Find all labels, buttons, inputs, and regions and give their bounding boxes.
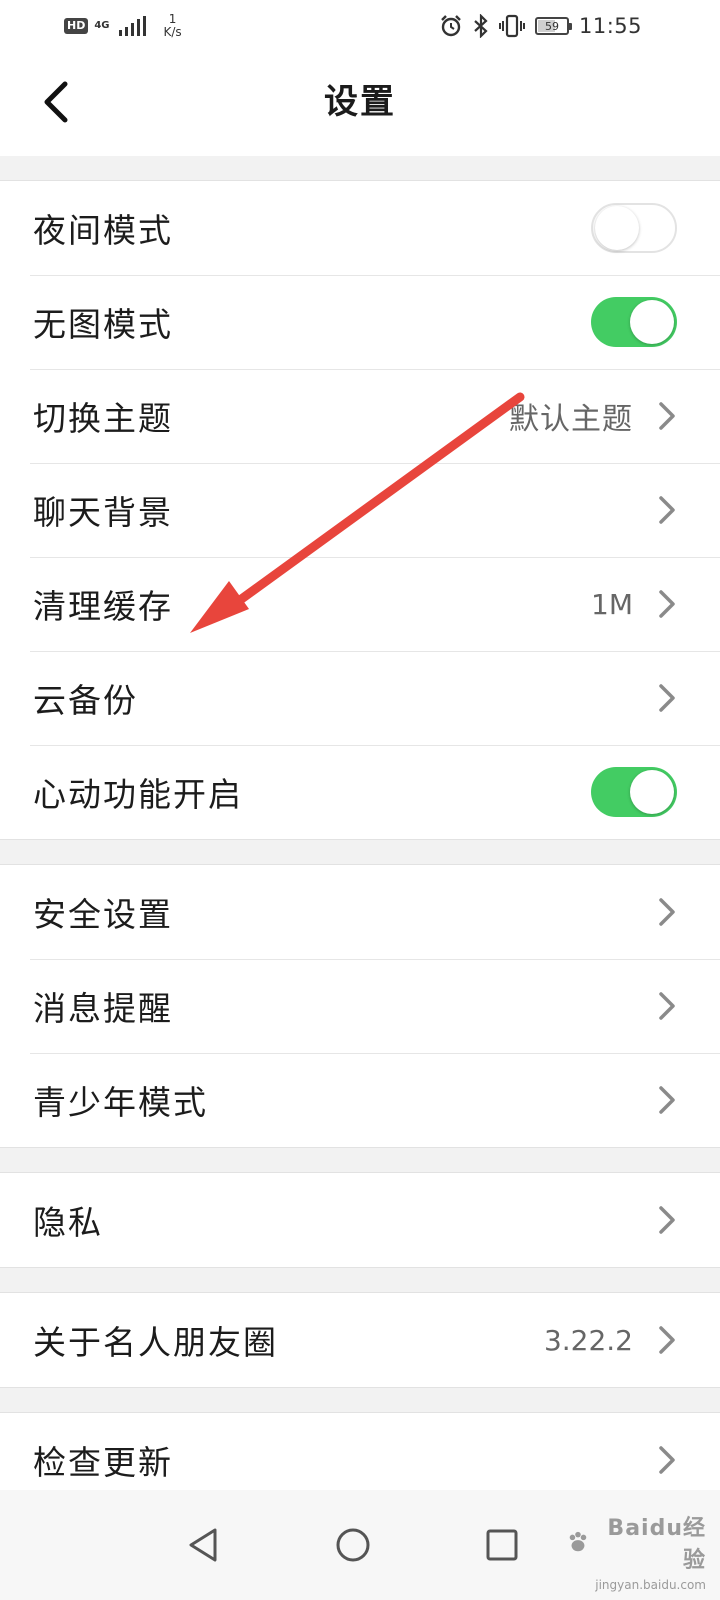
settings-row[interactable]: 心动功能开启 <box>0 745 720 839</box>
watermark-brand-text: Baidu经验 <box>607 1516 706 1573</box>
settings-row-label: 心动功能开启 <box>33 775 243 814</box>
alarm-icon <box>441 15 461 37</box>
baidu-watermark: Baidu经验 jingyan.baidu.com <box>566 1510 706 1592</box>
paw-icon <box>569 1531 587 1552</box>
speed-unit: K/s <box>163 25 182 39</box>
chevron-right-icon <box>659 1326 675 1354</box>
settings-row-label: 云备份 <box>33 681 138 720</box>
row-chevron <box>656 682 678 714</box>
settings-row-label: 关于名人朋友圈 <box>33 1323 278 1362</box>
chevron-right-icon <box>659 590 675 618</box>
settings-group: 关于名人朋友圈 3.22.2 <box>0 1292 720 1388</box>
settings-row-label: 检查更新 <box>33 1443 173 1482</box>
settings-group: 隐私 <box>0 1172 720 1268</box>
settings-row-label: 夜间模式 <box>33 211 173 250</box>
group-divider <box>0 840 720 864</box>
settings-row[interactable]: 安全设置 <box>0 865 720 959</box>
settings-group: 夜间模式无图模式切换主题 默认主题聊天背景清理缓存 1M 云备份心动功能开启 <box>0 180 720 840</box>
settings-row[interactable]: 消息提醒 <box>0 959 720 1053</box>
status-left: HD 4G 1 K/s <box>64 8 182 44</box>
hd-badge: HD <box>64 18 89 34</box>
status-right: 59 11:55 <box>439 8 642 44</box>
chevron-right-icon <box>659 684 675 712</box>
group-divider <box>0 1388 720 1412</box>
row-chevron <box>656 896 678 928</box>
page-title: 设置 <box>324 82 396 122</box>
status-bar: HD 4G 1 K/s 59 11:55 <box>0 0 720 56</box>
settings-row[interactable]: 聊天背景 <box>0 463 720 557</box>
toggle-knob <box>595 206 639 250</box>
settings-row-value: 默认主题 <box>509 402 633 437</box>
network-generation: 4G <box>94 20 110 31</box>
settings-row-label: 切换主题 <box>33 399 173 438</box>
settings-row[interactable]: 无图模式 <box>0 275 720 369</box>
system-nav-bar: Baidu经验 jingyan.baidu.com <box>0 1490 720 1600</box>
settings-row[interactable]: 清理缓存 1M <box>0 557 720 651</box>
settings-row-value: 3.22.2 <box>543 1323 633 1357</box>
toggle-switch[interactable] <box>591 203 677 253</box>
square-recents-icon <box>486 1529 518 1561</box>
settings-row-label: 无图模式 <box>33 305 173 344</box>
nav-back-button[interactable] <box>168 1510 238 1580</box>
bluetooth-icon <box>474 14 488 38</box>
row-chevron <box>656 1204 678 1236</box>
settings-row[interactable]: 夜间模式 <box>0 181 720 275</box>
toggle-switch[interactable] <box>591 297 677 347</box>
chevron-right-icon <box>659 992 675 1020</box>
nav-recents-button[interactable] <box>467 1510 537 1580</box>
toggle-knob <box>630 770 674 814</box>
settings-row-label: 清理缓存 <box>33 587 173 626</box>
watermark-url: jingyan.baidu.com <box>595 1578 706 1592</box>
settings-row[interactable]: 关于名人朋友圈 3.22.2 <box>0 1293 720 1387</box>
row-chevron <box>656 400 678 432</box>
settings-screen: HD 4G 1 K/s 59 11:55 设置 夜间模式 无图模式 切换主题 默… <box>0 0 720 1600</box>
circle-home-icon <box>336 1528 370 1562</box>
row-chevron <box>656 588 678 620</box>
settings-row[interactable]: 切换主题 默认主题 <box>0 369 720 463</box>
battery-icon: 59 <box>534 17 572 35</box>
triangle-back-icon <box>189 1528 217 1562</box>
chevron-right-icon <box>659 1446 675 1474</box>
settings-row-label: 青少年模式 <box>33 1083 208 1122</box>
settings-row-value: 1M <box>591 587 633 621</box>
group-divider <box>0 1148 720 1172</box>
settings-list: 夜间模式无图模式切换主题 默认主题聊天背景清理缓存 1M 云备份心动功能开启 安全设置消… <box>0 156 720 1508</box>
row-chevron <box>656 1084 678 1116</box>
settings-row-label: 隐私 <box>33 1203 103 1242</box>
vibrate-icon <box>498 14 525 38</box>
chevron-right-icon <box>659 496 675 524</box>
settings-row[interactable]: 青少年模式 <box>0 1053 720 1147</box>
toggle-switch[interactable] <box>591 767 677 817</box>
chevron-right-icon <box>659 1206 675 1234</box>
network-speed: 1 K/s <box>164 13 182 39</box>
group-divider <box>0 156 720 180</box>
row-chevron <box>656 1324 678 1356</box>
row-chevron <box>656 990 678 1022</box>
toggle-knob <box>630 300 674 344</box>
chevron-right-icon <box>659 898 675 926</box>
status-time: 11:55 <box>578 14 642 38</box>
settings-group: 安全设置消息提醒青少年模式 <box>0 864 720 1148</box>
settings-row[interactable]: 隐私 <box>0 1173 720 1267</box>
settings-row[interactable]: 云备份 <box>0 651 720 745</box>
settings-row-label: 消息提醒 <box>33 989 173 1028</box>
settings-row-label: 聊天背景 <box>33 493 173 532</box>
watermark-brand: Baidu经验 <box>566 1510 706 1574</box>
nav-home-button[interactable] <box>318 1510 388 1580</box>
battery-level: 59 <box>544 19 559 33</box>
chevron-right-icon <box>659 1086 675 1114</box>
row-chevron <box>656 494 678 526</box>
chevron-right-icon <box>659 402 675 430</box>
header: 设置 <box>0 56 720 156</box>
settings-row-label: 安全设置 <box>33 895 173 934</box>
row-chevron <box>656 1444 678 1476</box>
signal-icon <box>118 16 146 36</box>
group-divider <box>0 1268 720 1292</box>
